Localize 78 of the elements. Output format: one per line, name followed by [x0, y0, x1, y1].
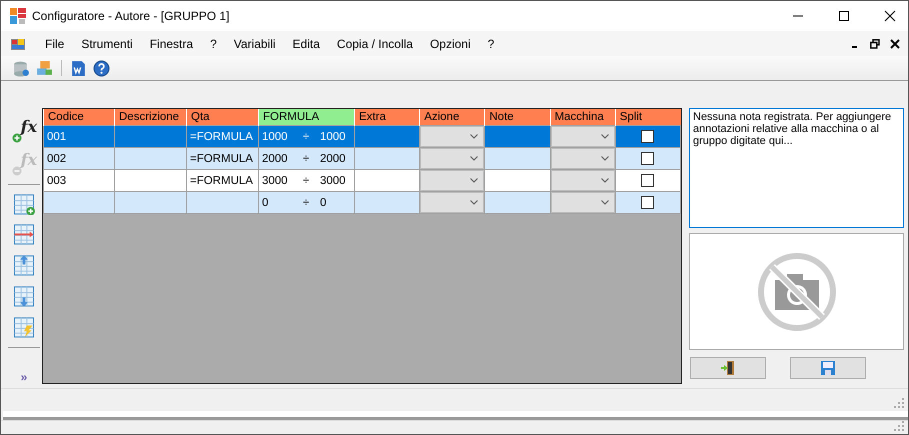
column-header: Qta — [186, 109, 258, 126]
table-row[interactable]: 003 =FORMULA 3000 ÷ 3000 — [44, 170, 680, 192]
column-header: Azione — [420, 109, 485, 126]
menu-item[interactable]: Edita — [284, 36, 328, 50]
table-cell-text: 0 — [262, 196, 270, 208]
app-icon — [10, 8, 26, 24]
resize-grip-icon[interactable] — [894, 398, 904, 408]
chevron-down-icon — [600, 156, 609, 161]
menu-item[interactable]: Copia / Incolla — [328, 36, 421, 50]
table-cell: 0 — [320, 196, 326, 208]
table-cell-text: ÷ — [302, 152, 310, 164]
window-title: Configuratore - Autore - [GRUPPO 1] — [32, 9, 230, 23]
no-camera-icon — [756, 252, 836, 332]
column-header: Codice — [44, 109, 114, 126]
table-cell: 1000 — [320, 130, 346, 142]
maximize-icon[interactable] — [838, 10, 850, 22]
menu-item[interactable]: ? — [478, 36, 502, 50]
insert-row-icon[interactable] — [12, 223, 36, 246]
checkbox[interactable] — [641, 174, 654, 187]
close-icon[interactable] — [884, 10, 896, 22]
notes-field[interactable]: Nessuna nota registrata. Per aggiungere annotazioni relative alla macchina o al gruppo digitate qui... — [689, 108, 904, 228]
table-cell-text: 2000 — [262, 152, 289, 164]
table-cell-text: 3000 — [262, 174, 289, 186]
boxes-icon[interactable] — [36, 60, 53, 76]
table-cell: 001 — [47, 130, 66, 142]
table-cell: =FORMULA — [190, 152, 253, 164]
exit-button[interactable] — [690, 357, 766, 379]
menu-item[interactable]: Strumenti — [72, 36, 141, 50]
save-button[interactable] — [790, 357, 866, 379]
restore-icon[interactable] — [870, 38, 880, 48]
database-icon[interactable] — [13, 60, 30, 76]
table-row[interactable]: 0 ÷ 0 — [44, 192, 680, 214]
column-header: Split — [615, 109, 680, 126]
table-cell: 3000 — [320, 174, 346, 186]
table-cell: 2000 — [320, 152, 346, 164]
table-cell-text: ÷ — [302, 196, 310, 208]
table-cell-text: ÷ — [302, 174, 310, 186]
table-cell-text: 1000 — [262, 130, 289, 142]
add-row-icon[interactable] — [12, 192, 36, 216]
column-header: Extra — [354, 109, 420, 126]
close-icon[interactable] — [890, 38, 900, 48]
edit-table-icon[interactable] — [12, 316, 36, 339]
chevron-down-icon — [600, 178, 609, 183]
column-header: FORMULA — [258, 109, 354, 126]
expand-toggle[interactable]: » — [20, 370, 28, 384]
table-cell: =FORMULA — [190, 174, 253, 186]
word-document-icon[interactable] — [70, 60, 87, 76]
checkbox[interactable] — [641, 152, 654, 165]
column-header: Macchina — [550, 109, 616, 126]
chevron-down-icon — [470, 200, 478, 205]
chevron-down-icon — [470, 134, 478, 139]
exit-door-icon — [720, 360, 736, 376]
chevron-down-icon — [600, 134, 609, 139]
column-header: Note — [484, 109, 550, 126]
table-cell: 002 — [47, 152, 66, 164]
menu-item[interactable]: File — [36, 36, 72, 50]
table-cell: 003 — [47, 174, 66, 186]
save-icon — [820, 360, 836, 376]
menu-item[interactable]: Opzioni — [420, 36, 479, 50]
chevron-down-icon — [470, 156, 478, 161]
menu-item[interactable]: Variabili — [224, 36, 284, 50]
horizontal-scrollbar[interactable] — [3, 411, 908, 420]
menu-item[interactable]: Finestra — [140, 36, 202, 50]
column-header: Descrizione — [114, 109, 186, 126]
move-down-icon[interactable] — [12, 285, 36, 308]
move-up-icon[interactable] — [12, 254, 36, 278]
table-row[interactable]: 001 =FORMULA 1000 ÷ 1000 — [44, 126, 680, 148]
add-formula-button[interactable]: fx — [11, 118, 37, 143]
table-cell: =FORMULA — [190, 130, 253, 142]
chevron-down-icon — [470, 178, 478, 183]
help-icon[interactable] — [93, 60, 110, 76]
table-row[interactable]: 002 =FORMULA 2000 ÷ 2000 — [44, 148, 680, 170]
checkbox[interactable] — [641, 196, 654, 209]
checkbox[interactable] — [641, 130, 654, 143]
resize-grip-icon[interactable] — [894, 421, 904, 431]
chevron-down-icon — [600, 200, 609, 205]
table-cell-text: ÷ — [302, 130, 310, 142]
menu-item[interactable]: ? — [201, 36, 225, 50]
